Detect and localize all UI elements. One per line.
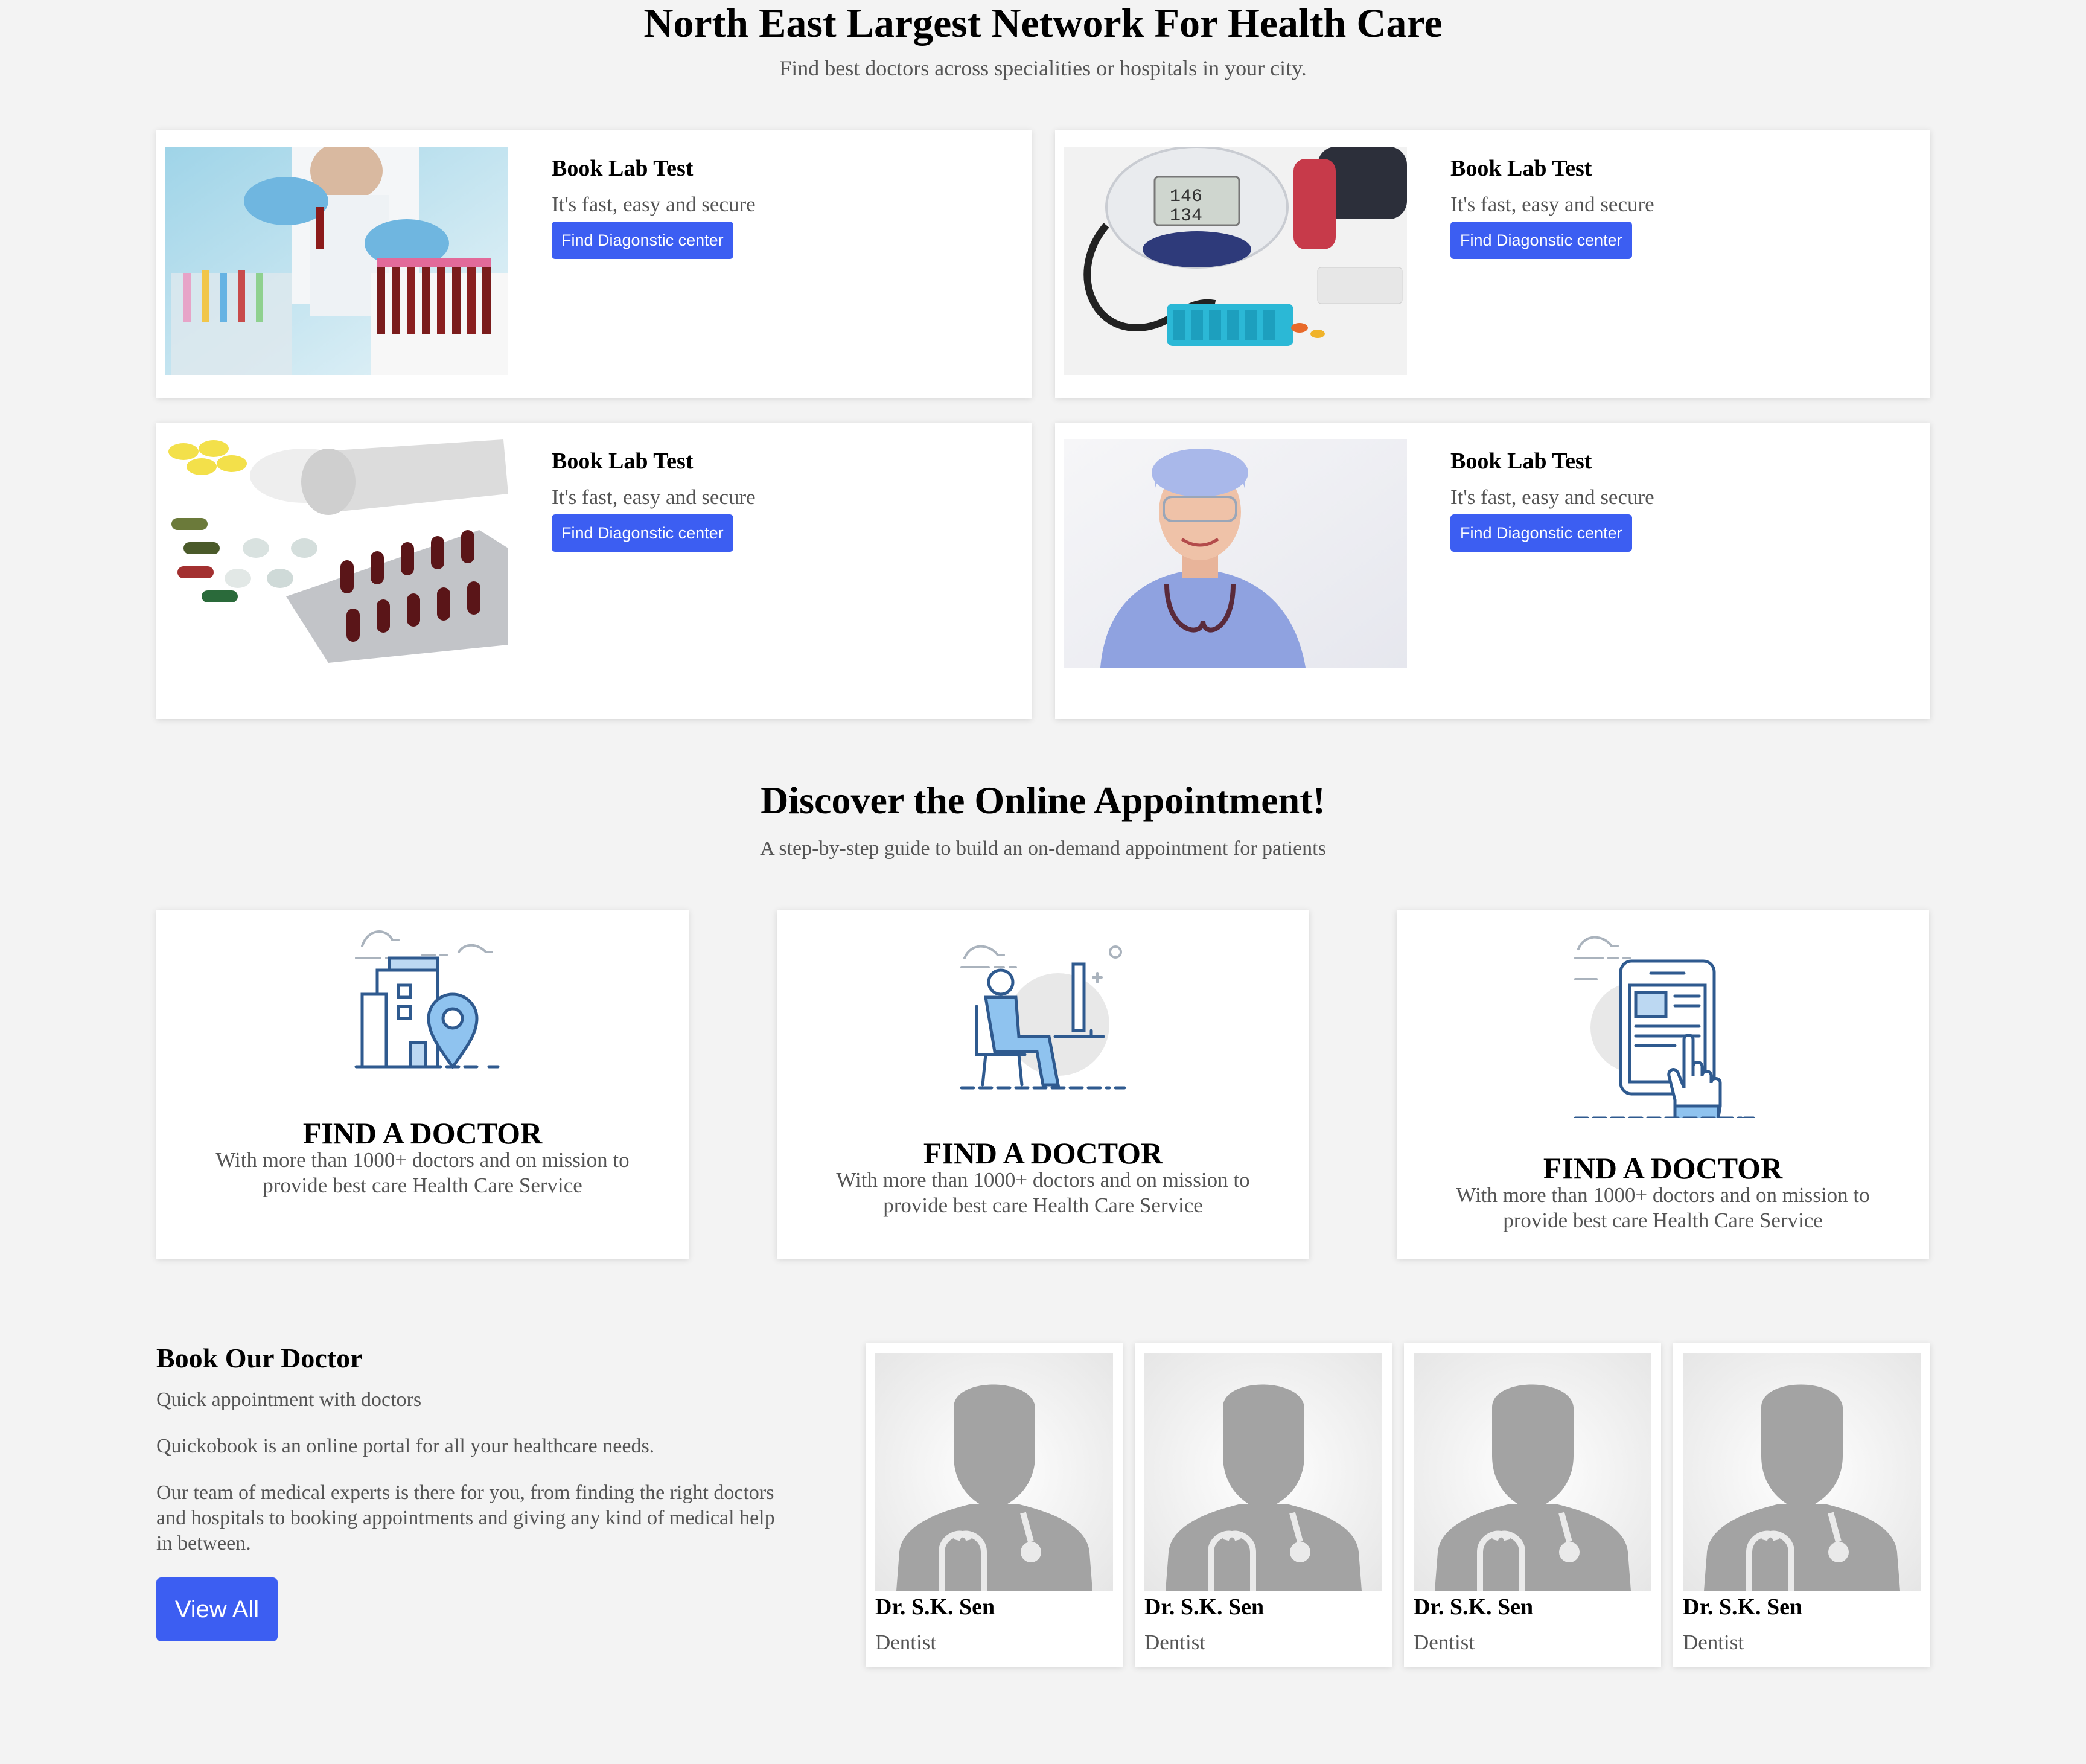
step-title: FIND A DOCTOR bbox=[1543, 1151, 1783, 1185]
doctor-card[interactable]: Dr. S.K. Sen Dentist bbox=[1673, 1343, 1930, 1667]
lab-test-card: Book Lab Test It's fast, easy and secure… bbox=[156, 423, 1032, 719]
section-title: Discover the Online Appointment! bbox=[761, 779, 1325, 822]
lab-test-tubes-photo bbox=[165, 147, 508, 375]
doctor-specialty: Dentist bbox=[1683, 1631, 1744, 1654]
doctor-specialty: Dentist bbox=[875, 1631, 937, 1654]
card-description: It's fast, easy and secure bbox=[552, 485, 756, 509]
card-description: It's fast, easy and secure bbox=[552, 193, 756, 216]
svg-text:146: 146 bbox=[1170, 187, 1202, 207]
step-title: FIND A DOCTOR bbox=[923, 1136, 1163, 1170]
page-title: North East Largest Network For Health Ca… bbox=[643, 0, 1443, 46]
blood-pressure-monitor-photo: 146 134 bbox=[1064, 147, 1407, 375]
doctor-avatar bbox=[1144, 1353, 1382, 1591]
book-doctor-title: Book Our Doctor bbox=[156, 1343, 363, 1373]
view-all-button[interactable]: View All bbox=[156, 1577, 278, 1641]
pills-capsules-photo bbox=[165, 439, 508, 668]
doctor-avatar bbox=[875, 1353, 1113, 1591]
doctor-name: Dr. S.K. Sen bbox=[1144, 1594, 1265, 1620]
hospital-location-icon bbox=[354, 930, 500, 1070]
card-description: It's fast, easy and secure bbox=[1450, 485, 1654, 509]
nurse-portrait-photo bbox=[1064, 439, 1407, 668]
book-doctor-intro: Quickobook is an online portal for all y… bbox=[156, 1435, 655, 1457]
doctor-avatar bbox=[1683, 1353, 1921, 1591]
doctor-at-desk-icon bbox=[960, 945, 1126, 1090]
doctor-card[interactable]: Dr. S.K. Sen Dentist bbox=[866, 1343, 1123, 1667]
card-title: Book Lab Test bbox=[552, 156, 694, 181]
step-text: With more than 1000+ doctors and on miss… bbox=[836, 1168, 1250, 1217]
doctor-card[interactable]: Dr. S.K. Sen Dentist bbox=[1135, 1343, 1392, 1667]
lab-test-card: Book Lab Test It's fast, easy and secure… bbox=[156, 130, 1032, 398]
find-diagnostic-center-button[interactable]: Find Diagonstic center bbox=[552, 222, 733, 259]
doctor-specialty: Dentist bbox=[1144, 1631, 1206, 1654]
doctor-card[interactable]: Dr. S.K. Sen Dentist bbox=[1404, 1343, 1661, 1667]
tablet-booking-icon bbox=[1574, 936, 1755, 1118]
card-title: Book Lab Test bbox=[552, 449, 694, 474]
section-subtitle: A step-by-step guide to build an on-dema… bbox=[760, 837, 1326, 860]
doctor-name: Dr. S.K. Sen bbox=[1683, 1594, 1803, 1620]
card-title: Book Lab Test bbox=[1450, 449, 1592, 474]
card-title: Book Lab Test bbox=[1450, 156, 1592, 181]
step-title: FIND A DOCTOR bbox=[302, 1116, 543, 1150]
book-doctor-description: Our team of medical experts is there for… bbox=[156, 1481, 775, 1555]
doctor-name: Dr. S.K. Sen bbox=[875, 1594, 995, 1620]
step-text: With more than 1000+ doctors and on miss… bbox=[215, 1148, 630, 1197]
card-description: It's fast, easy and secure bbox=[1450, 193, 1654, 216]
doctor-name: Dr. S.K. Sen bbox=[1414, 1594, 1534, 1620]
find-diagnostic-center-button[interactable]: Find Diagonstic center bbox=[1450, 514, 1632, 552]
doctor-avatar bbox=[1414, 1353, 1651, 1591]
step-text: With more than 1000+ doctors and on miss… bbox=[1456, 1183, 1870, 1232]
lab-test-card: Book Lab Test It's fast, easy and secure… bbox=[1055, 423, 1930, 719]
doctor-specialty: Dentist bbox=[1414, 1631, 1475, 1654]
lab-test-card: 146 134 Book Lab Test It's fast, easy an… bbox=[1055, 130, 1930, 398]
step-card: FIND A DOCTOR With more than 1000+ docto… bbox=[1397, 910, 1929, 1259]
step-card: FIND A DOCTOR With more than 1000+ docto… bbox=[156, 910, 689, 1259]
book-doctor-tagline: Quick appointment with doctors bbox=[156, 1389, 422, 1411]
step-card: FIND A DOCTOR With more than 1000+ docto… bbox=[777, 910, 1309, 1259]
svg-text:134: 134 bbox=[1170, 206, 1202, 226]
find-diagnostic-center-button[interactable]: Find Diagonstic center bbox=[1450, 222, 1632, 259]
find-diagnostic-center-button[interactable]: Find Diagonstic center bbox=[552, 514, 733, 552]
page-subtitle: Find best doctors across specialities or… bbox=[779, 56, 1307, 80]
